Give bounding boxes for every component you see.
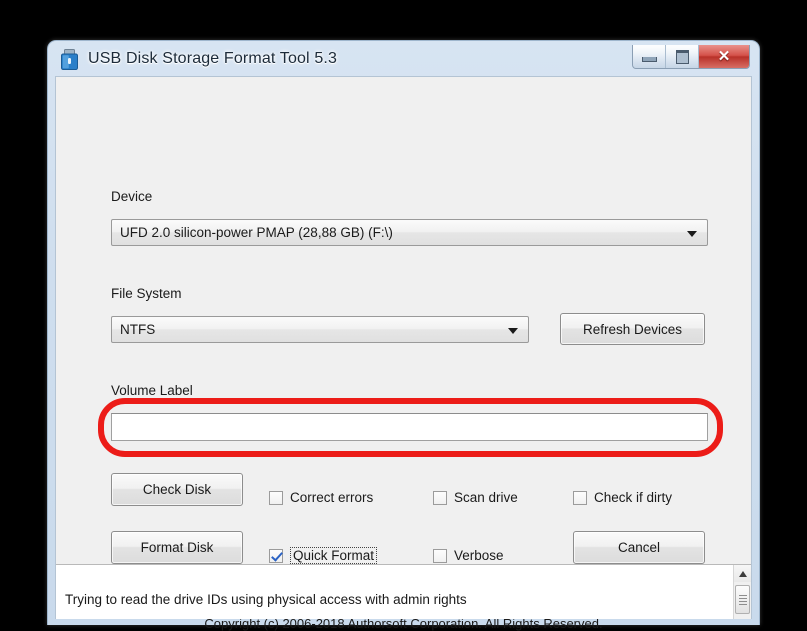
file-system-label: File System: [111, 286, 182, 301]
scrollbar-thumb[interactable]: [735, 585, 750, 614]
checkbox-verbose[interactable]: Verbose: [433, 548, 504, 563]
log-output-pane: Trying to read the drive IDs using physi…: [56, 564, 751, 619]
volume-label-input[interactable]: [111, 413, 708, 441]
file-system-select-value: NTFS: [120, 322, 156, 337]
window-title: USB Disk Storage Format Tool 5.3: [88, 49, 338, 67]
minimize-button[interactable]: [633, 45, 666, 68]
checkbox-box: [269, 490, 283, 505]
device-select-value: UFD 2.0 silicon-power PMAP (28,88 GB) (F…: [120, 225, 393, 240]
checkbox-label: Correct errors: [290, 490, 374, 505]
device-label: Device: [111, 189, 153, 204]
client-area: Device UFD 2.0 silicon-power PMAP (28,88…: [55, 76, 752, 631]
minimize-icon: [641, 57, 657, 62]
grip-line: [738, 594, 747, 596]
file-system-select[interactable]: NTFS: [111, 316, 529, 343]
grip-line: [738, 600, 747, 602]
checkbox-box: [573, 490, 587, 505]
scroll-up-button[interactable]: [734, 565, 751, 582]
log-scrollbar[interactable]: [733, 565, 751, 619]
title-bar[interactable]: USB Disk Storage Format Tool 5.3 ✕: [55, 41, 752, 76]
dialog-body: Device UFD 2.0 silicon-power PMAP (28,88…: [56, 77, 751, 631]
chevron-down-icon: [508, 327, 518, 334]
checkbox-label: Scan drive: [454, 490, 518, 505]
grip-line: [738, 597, 747, 599]
cancel-button[interactable]: Cancel: [573, 531, 705, 564]
checkbox-box-checked: [269, 548, 283, 563]
application-window: USB Disk Storage Format Tool 5.3 ✕ Devic…: [47, 40, 760, 631]
check-disk-button[interactable]: Check Disk: [111, 473, 243, 506]
grip-line: [738, 603, 747, 605]
checkbox-box: [433, 490, 447, 505]
checkbox-scan-drive[interactable]: Scan drive: [433, 490, 518, 505]
log-text-area: Trying to read the drive IDs using physi…: [56, 565, 733, 619]
checkbox-label: Verbose: [454, 548, 504, 563]
log-line: Trying to read the drive IDs using physi…: [65, 592, 467, 607]
device-select[interactable]: UFD 2.0 silicon-power PMAP (28,88 GB) (F…: [111, 219, 708, 246]
window-controls: ✕: [632, 45, 750, 69]
arrow-up-icon: [738, 570, 747, 577]
checkbox-label: Check if dirty: [594, 490, 673, 505]
chevron-down-icon: [687, 230, 697, 237]
checkbox-label: Quick Format: [290, 547, 378, 564]
checkbox-quick-format[interactable]: Quick Format: [269, 547, 378, 564]
refresh-devices-button[interactable]: Refresh Devices: [560, 313, 705, 345]
close-button[interactable]: ✕: [699, 45, 749, 68]
checkbox-correct-errors[interactable]: Correct errors: [269, 490, 373, 505]
usb-drive-icon: [60, 49, 79, 70]
checkbox-check-if-dirty[interactable]: Check if dirty: [573, 490, 672, 505]
volume-label-label: Volume Label: [111, 383, 193, 398]
close-icon: ✕: [717, 48, 731, 65]
checkbox-box: [433, 548, 447, 563]
format-disk-button[interactable]: Format Disk: [111, 531, 243, 564]
maximize-icon: [675, 49, 689, 64]
maximize-button[interactable]: [666, 45, 699, 68]
